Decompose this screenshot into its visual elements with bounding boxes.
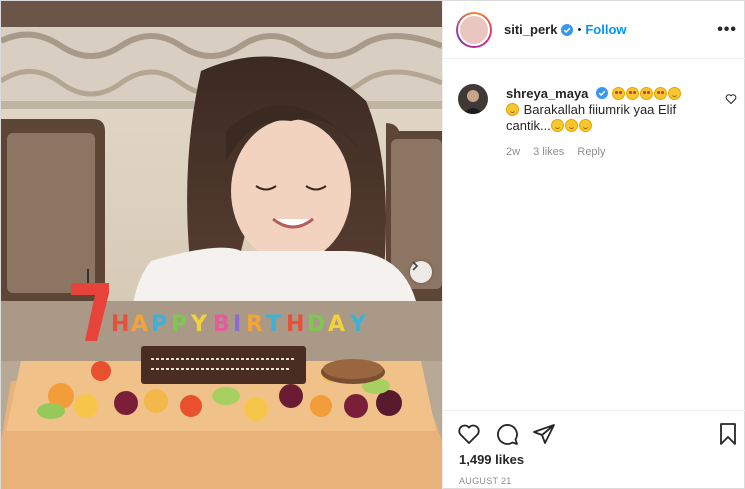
comment-time[interactable]: 2w — [506, 146, 520, 158]
svg-text:R: R — [246, 312, 263, 337]
likes-count[interactable]: 1,499 likes — [459, 452, 524, 467]
svg-text:Y: Y — [190, 312, 208, 337]
smile-emoji-icon — [578, 119, 592, 132]
author-avatar[interactable] — [456, 11, 492, 48]
comment-likes[interactable]: 3 likes — [533, 146, 564, 158]
svg-text:A: A — [328, 312, 345, 337]
svg-text:D: D — [307, 312, 325, 337]
heart-eyes-emoji-icon — [653, 87, 667, 100]
post-sidebar: siti_perk • Follow ••• shreya_maya Barak… — [442, 1, 745, 489]
heart-eyes-emoji-icon — [639, 87, 653, 100]
comment-meta: 2w 3 likes Reply — [506, 146, 616, 158]
svg-text:P: P — [171, 312, 187, 337]
post-photo[interactable]: H A P P Y B I R T H D A Y — [1, 1, 442, 489]
heart-icon[interactable] — [725, 93, 737, 105]
reply-button[interactable]: Reply — [577, 146, 605, 158]
svg-text:B: B — [213, 312, 230, 337]
instagram-post: H A P P Y B I R T H D A Y siti_perk • Fo… — [0, 0, 745, 489]
follow-button[interactable]: Follow — [585, 22, 626, 37]
header-separator: • — [577, 23, 582, 36]
svg-text:T: T — [266, 312, 281, 337]
smile-emoji-icon — [564, 119, 578, 132]
comment-text-line2: cantik... — [506, 118, 551, 133]
next-photo-button[interactable] — [410, 261, 432, 283]
author-username[interactable]: siti_perk — [504, 22, 557, 37]
svg-text:P: P — [151, 312, 167, 337]
heart-eyes-emoji-icon — [625, 87, 639, 100]
comment-text-line1: Barakallah fiiumrik yaa Elif — [523, 102, 677, 117]
comment-body: shreya_maya Barakallah fiiumrik yaa Elif… — [506, 86, 706, 134]
heart-eyes-emoji-icon — [611, 87, 625, 100]
post-date: AUGUST 21 — [459, 476, 512, 486]
verified-badge-icon — [561, 23, 574, 36]
svg-text:H: H — [111, 312, 129, 337]
commenter-username[interactable]: shreya_maya — [506, 86, 588, 101]
verified-badge-icon — [596, 87, 609, 99]
more-options-icon[interactable]: ••• — [717, 21, 737, 39]
smile-emoji-icon — [667, 87, 681, 100]
commenter-avatar[interactable] — [458, 84, 488, 114]
share-icon[interactable] — [532, 422, 556, 446]
svg-text:A: A — [131, 312, 148, 337]
chevron-right-icon — [412, 261, 419, 271]
smile-emoji-icon — [550, 119, 564, 132]
birthday-photo-image: H A P P Y B I R T H D A Y — [1, 1, 442, 489]
bookmark-icon[interactable] — [716, 422, 740, 446]
heart-icon[interactable] — [457, 422, 481, 446]
svg-text:I: I — [233, 312, 241, 337]
smile-emoji-icon — [506, 103, 519, 116]
svg-text:H: H — [286, 312, 304, 337]
post-actions: 1,499 likes AUGUST 21 — [443, 410, 745, 489]
svg-text:Y: Y — [349, 312, 367, 337]
comment-icon[interactable] — [495, 422, 519, 446]
post-header: siti_perk • Follow ••• — [443, 1, 745, 59]
